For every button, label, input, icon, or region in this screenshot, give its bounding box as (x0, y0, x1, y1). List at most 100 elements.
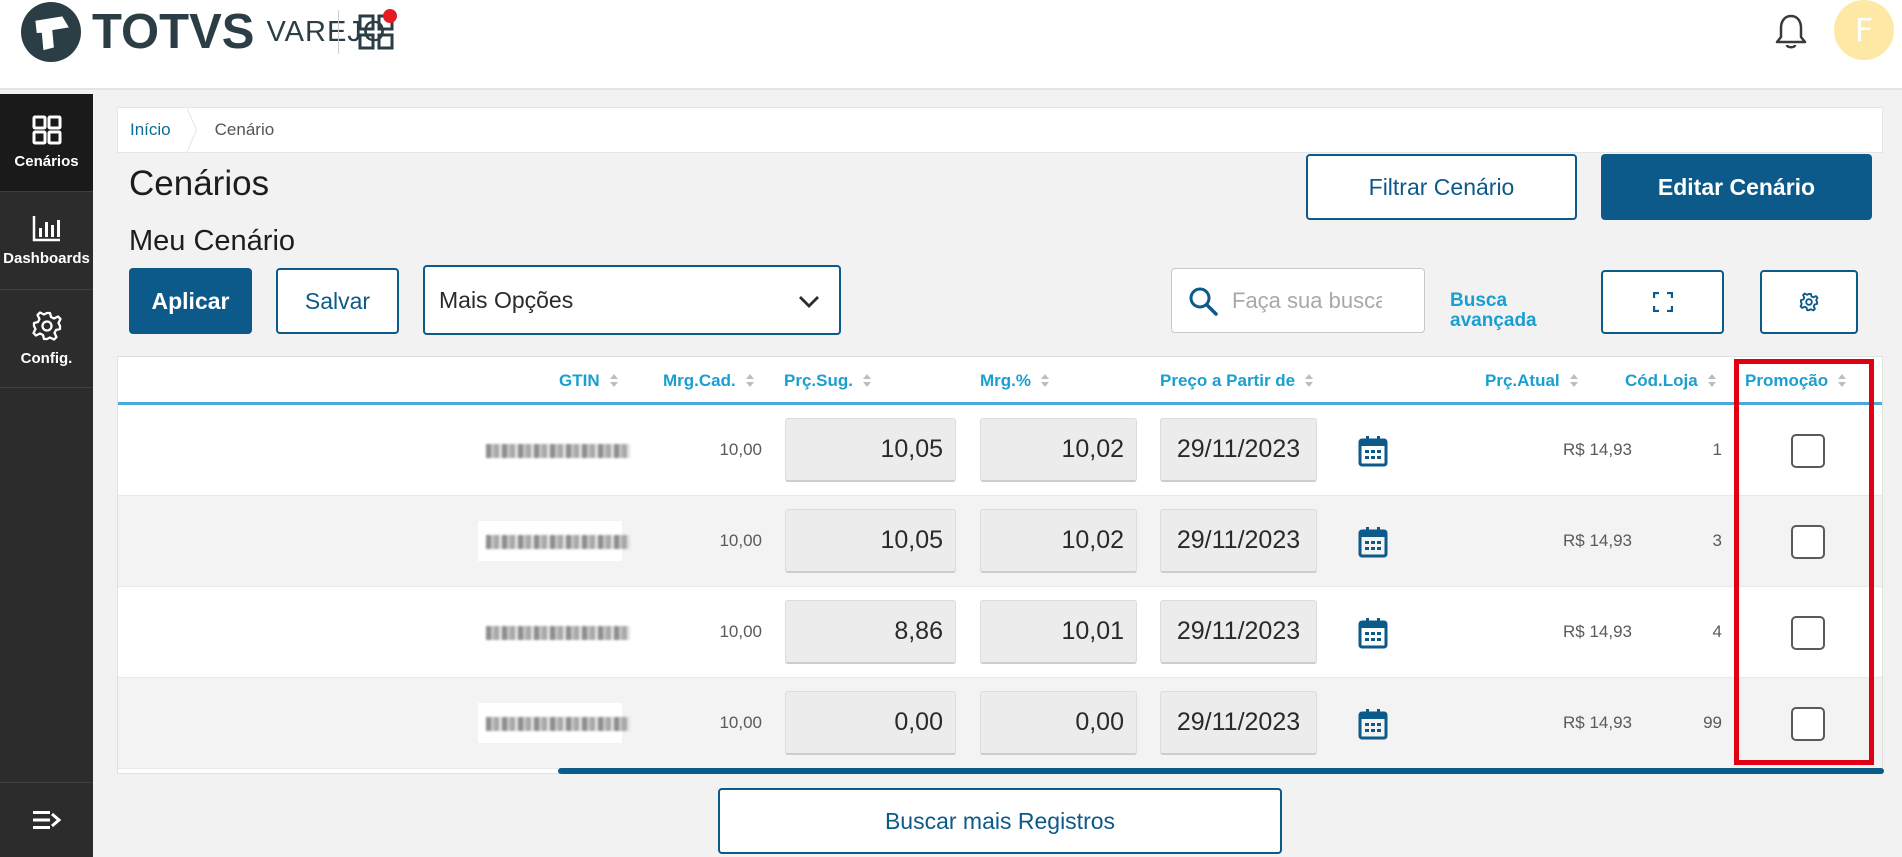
column-header-label: Cód.Loja (1625, 371, 1698, 390)
column-header-gtin[interactable]: GTIN (559, 371, 618, 391)
prc-atual-value: R$ 14,93 (1563, 531, 1632, 550)
breadcrumb-home-link[interactable]: Início (118, 120, 191, 140)
calendar-icon[interactable] (1358, 708, 1388, 740)
promocao-checkbox[interactable] (1791, 525, 1825, 559)
prc-atual-value: R$ 14,93 (1563, 622, 1632, 641)
totvs-logo[interactable]: TOTVS VAREJO (20, 1, 386, 63)
breadcrumb: Início Cenário (117, 107, 1883, 153)
more-options-select[interactable]: Mais Opções (423, 265, 841, 335)
notification-dot (383, 9, 397, 23)
prc-atual-value: R$ 14,93 (1563, 440, 1632, 459)
calendar-icon[interactable] (1358, 435, 1388, 467)
prc-sug-input[interactable]: 10,05 (785, 418, 956, 482)
advanced-search-link[interactable]: Busca avançada (1450, 291, 1537, 331)
sort-icon (745, 374, 754, 388)
notifications-button[interactable] (1774, 12, 1808, 50)
column-header-promocao[interactable]: Promoção (1745, 371, 1847, 391)
column-header-label: Mrg.% (980, 371, 1031, 390)
gtin-value-redacted (478, 612, 630, 652)
section-title: Meu Cenário (129, 225, 296, 257)
mrg-pct-input[interactable]: 10,02 (980, 418, 1137, 482)
promocao-checkbox[interactable] (1791, 707, 1825, 741)
date-input[interactable]: 29/11/2023 (1160, 600, 1317, 664)
sort-icon (1305, 374, 1314, 388)
sidebar-item-cenarios[interactable]: Cenários (0, 94, 93, 192)
sidebar-item-label: Cenários (14, 153, 79, 170)
column-header-cod-loja[interactable]: Cód.Loja (1625, 371, 1716, 391)
prc-sug-input[interactable]: 0,00 (785, 691, 956, 755)
sidebar-item-label: Dashboards (3, 250, 90, 267)
column-header-mrg-cad[interactable]: Mrg.Cad. (663, 371, 754, 391)
prc-sug-input[interactable]: 10,05 (785, 509, 956, 573)
sort-icon (1041, 374, 1049, 388)
logo-text: TOTVS (92, 5, 255, 59)
column-header-prc-atual[interactable]: Prç.Atual (1485, 371, 1578, 391)
save-button[interactable]: Salvar (276, 268, 399, 334)
chevron-down-icon (799, 296, 819, 308)
gear-icon (1799, 292, 1819, 312)
mrg-cad-value: 10,00 (719, 531, 762, 550)
mrg-pct-input[interactable]: 10,02 (980, 509, 1137, 573)
column-header-prc-sug[interactable]: Prç.Sug. (784, 371, 871, 391)
sort-icon (1838, 374, 1847, 388)
apply-button[interactable]: Aplicar (129, 268, 252, 334)
grid-icon (32, 115, 62, 145)
table-header: GTIN Mrg.Cad. Prç.Sug. Mrg.% Preço a Par… (118, 357, 1882, 405)
calendar-icon[interactable] (1358, 526, 1388, 558)
sidebar-collapse-button[interactable] (0, 782, 93, 857)
filter-scenario-button[interactable]: Filtrar Cenário (1306, 154, 1577, 220)
table-row: 10,00 8,86 10,01 29/11/2023 R$ 14,93 4 (118, 587, 1882, 678)
gtin-value-redacted (478, 521, 630, 561)
top-header: TOTVS VAREJO F (0, 0, 1902, 90)
select-value: Mais Opções (439, 286, 574, 313)
column-header-mrg-pct[interactable]: Mrg.% (980, 371, 1049, 391)
search-input[interactable] (1232, 287, 1382, 314)
breadcrumb-separator (185, 107, 201, 153)
menu-collapse-icon (32, 811, 61, 829)
advanced-search-line1: Busca (1450, 290, 1508, 311)
date-input[interactable]: 29/11/2023 (1160, 691, 1317, 755)
user-avatar[interactable]: F (1834, 0, 1894, 60)
sidebar-item-label: Config. (20, 350, 73, 367)
cod-loja-value: 4 (1712, 622, 1722, 641)
column-header-label: Preço a Partir de (1160, 371, 1296, 390)
promocao-checkbox[interactable] (1791, 616, 1825, 650)
gtin-value-redacted (478, 430, 630, 470)
breadcrumb-current: Cenário (214, 120, 275, 139)
horizontal-scrollbar[interactable] (558, 768, 1884, 774)
page-title: Cenários (129, 164, 270, 203)
prc-atual-value: R$ 14,93 (1563, 713, 1632, 732)
fullscreen-button[interactable] (1601, 270, 1724, 334)
sidebar-item-dashboards[interactable]: Dashboards (0, 192, 93, 290)
mrg-pct-input[interactable]: 10,01 (980, 600, 1137, 664)
search-box[interactable] (1171, 268, 1425, 333)
calendar-icon[interactable] (1358, 617, 1388, 649)
date-input[interactable]: 29/11/2023 (1160, 418, 1317, 482)
promocao-checkbox[interactable] (1791, 434, 1825, 468)
table-settings-button[interactable] (1760, 270, 1858, 334)
mrg-cad-value: 10,00 (719, 440, 762, 459)
sort-icon (1707, 374, 1716, 388)
mrg-cad-value: 10,00 (719, 622, 762, 641)
load-more-button[interactable]: Buscar mais Registros (718, 788, 1282, 854)
sidebar: Cenários Dashboards Config. (0, 94, 93, 857)
column-header-preco-partir[interactable]: Preço a Partir de (1160, 371, 1314, 391)
column-header-label: Prç.Atual (1485, 371, 1560, 390)
table-row: 10,00 10,05 10,02 29/11/2023 R$ 14,93 3 (118, 496, 1882, 587)
mrg-pct-input[interactable]: 0,00 (980, 691, 1137, 755)
cod-loja-value: 99 (1703, 713, 1722, 732)
date-input[interactable]: 29/11/2023 (1160, 509, 1317, 573)
edit-scenario-button[interactable]: Editar Cenário (1601, 154, 1872, 220)
gear-icon (31, 310, 63, 342)
scenario-table: GTIN Mrg.Cad. Prç.Sug. Mrg.% Preço a Par… (117, 356, 1884, 774)
prc-sug-input[interactable]: 8,86 (785, 600, 956, 664)
bar-chart-icon (32, 214, 62, 242)
apps-grid-button[interactable] (358, 9, 397, 50)
header-divider (338, 10, 339, 54)
bell-icon (1775, 14, 1807, 49)
totvs-logo-icon (21, 2, 81, 62)
fullscreen-icon (1652, 292, 1673, 312)
sidebar-item-config[interactable]: Config. (0, 290, 93, 388)
mrg-cad-value: 10,00 (719, 713, 762, 732)
sort-icon (609, 374, 618, 388)
